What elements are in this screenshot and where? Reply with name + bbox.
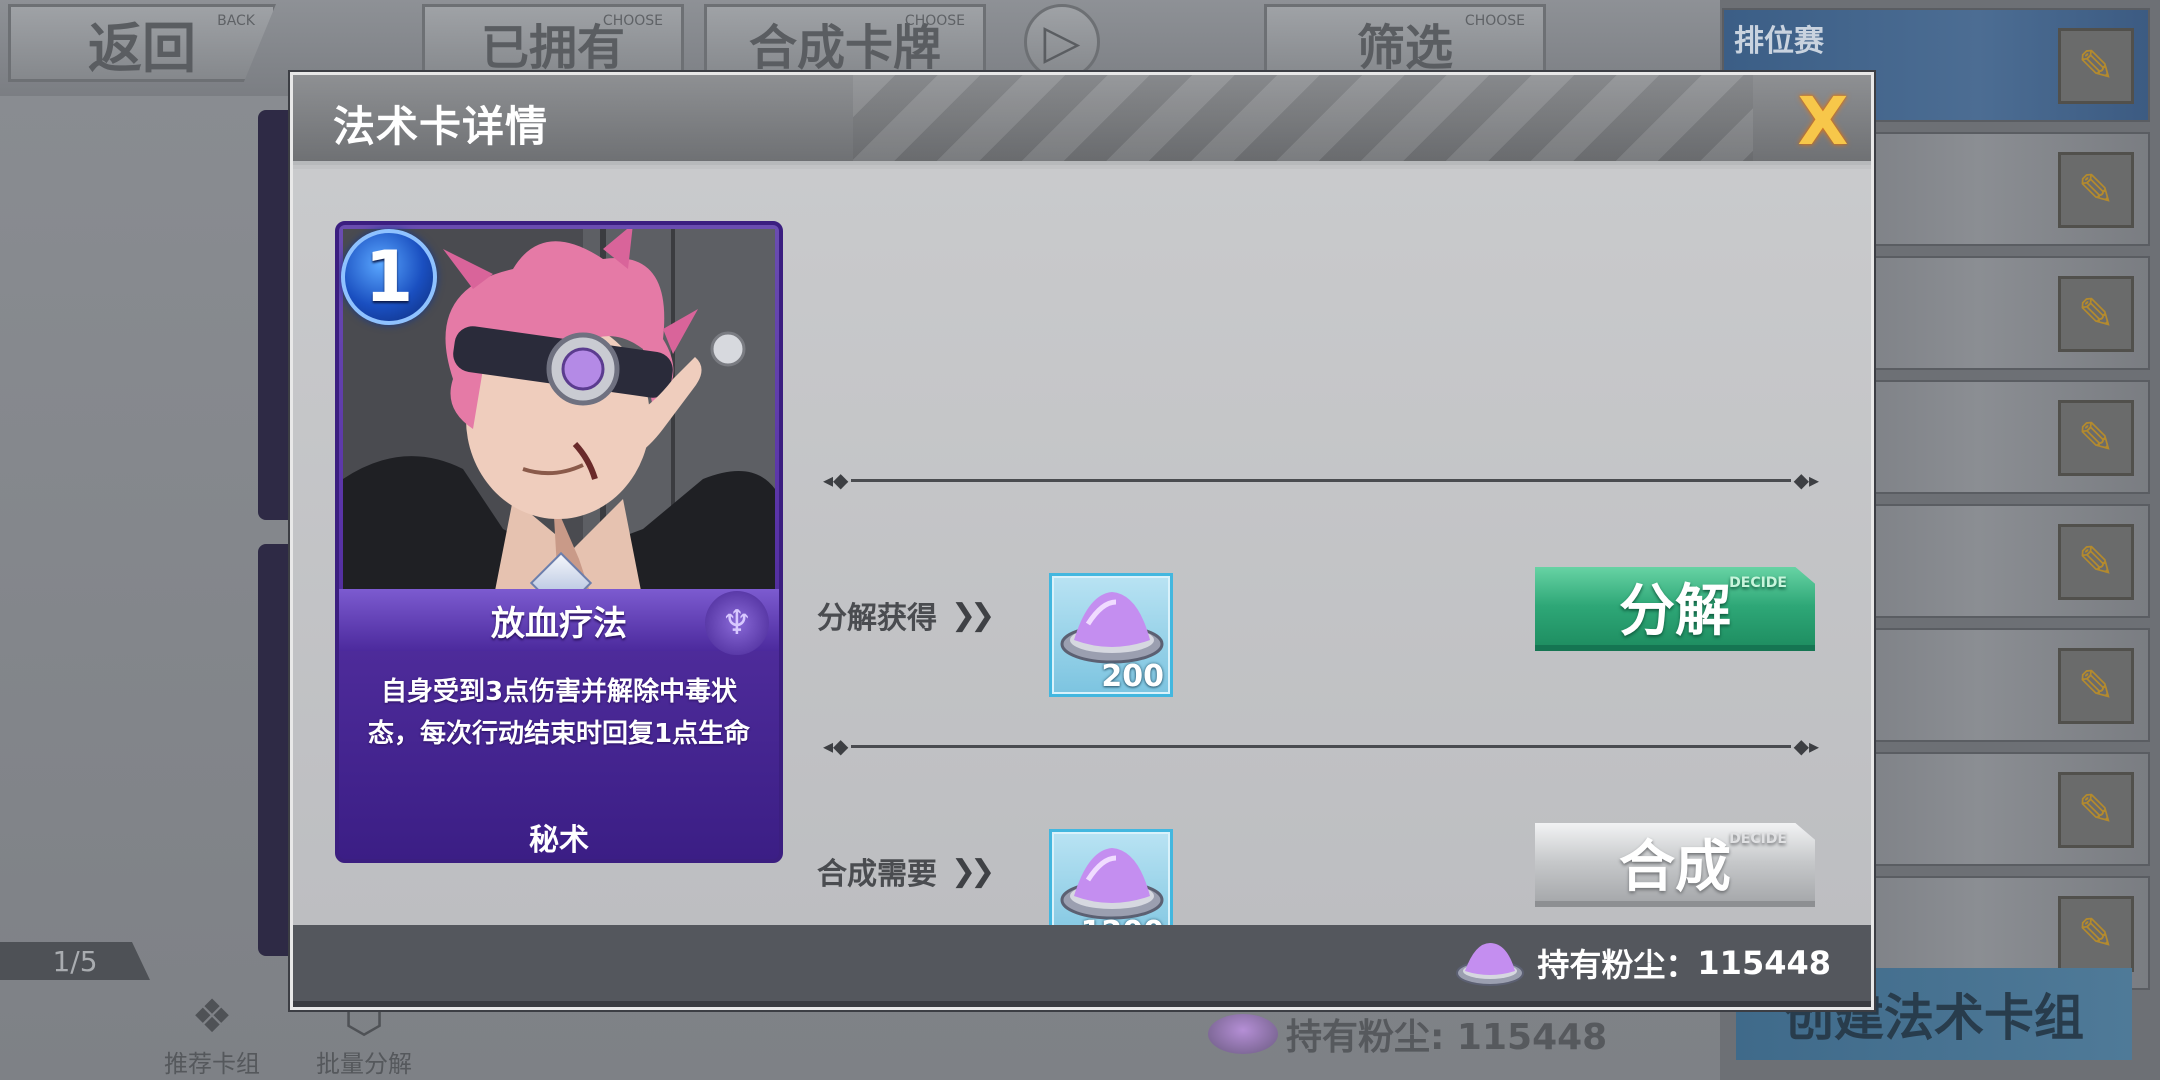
card-description: 自身受到3点伤害并解除中毒状态，每次行动结束时回复1点生命 — [367, 677, 751, 749]
divider-line — [851, 479, 1791, 482]
divider-cap-icon: ◆▸ — [1793, 468, 1819, 492]
compose-cards-tag: CHOOSE — [904, 13, 965, 29]
spell-card-detail-dialog: 法术卡详情 X 1 放血疗法 ♆ 自身受到3点伤害并解除中毒状态，每次行动结束时… — [290, 72, 1874, 1010]
recommend-deck-button[interactable]: ❖ 推荐卡组 — [152, 988, 272, 1080]
dust-icon — [1060, 592, 1164, 664]
dust-icon — [1060, 848, 1164, 920]
decompose-dust-amount: 200 — [1101, 659, 1164, 694]
page-indicator: 1/5 — [0, 942, 150, 980]
close-button[interactable]: X — [1789, 83, 1857, 160]
back-button[interactable]: 返回 BACK — [8, 4, 276, 82]
decompose-button-tag: DECIDE — [1729, 575, 1787, 591]
play-icon[interactable]: ▷ — [1024, 4, 1100, 80]
dialog-header: 法术卡详情 X — [293, 75, 1871, 165]
edit-icon[interactable]: ✎ — [2058, 896, 2134, 972]
section-divider: ◂◆ ◆▸ — [823, 469, 1819, 491]
dialog-footer: 持有粉尘： 115448 — [293, 925, 1871, 1007]
edit-icon[interactable]: ✎ — [2058, 648, 2134, 724]
owned-dust-counter: 持有粉尘： 115448 — [1455, 939, 1831, 987]
decompose-button-label: 分解 — [1619, 578, 1731, 644]
dust-icon — [1456, 943, 1525, 986]
divider-line — [851, 745, 1791, 748]
recommend-deck-label: 推荐卡组 — [164, 1050, 260, 1078]
owned-filter-tag: CHOOSE — [602, 13, 663, 29]
edit-icon[interactable]: ✎ — [2058, 772, 2134, 848]
dialog-title: 法术卡详情 — [333, 102, 549, 151]
decompose-button[interactable]: 分解 DECIDE — [1535, 567, 1815, 651]
back-button-label: 返回 — [88, 16, 196, 80]
section-divider: ◂◆ ◆▸ — [823, 735, 1819, 757]
dialog-body: 1 放血疗法 ♆ 自身受到3点伤害并解除中毒状态，每次行动结束时回复1点生命 秘… — [293, 169, 1871, 953]
edit-icon[interactable]: ✎ — [2058, 276, 2134, 352]
compose-button-tag: DECIDE — [1729, 831, 1787, 847]
compose-cards-button[interactable]: 合成卡牌 CHOOSE — [704, 4, 986, 82]
spell-card: 1 放血疗法 ♆ 自身受到3点伤害并解除中毒状态，每次行动结束时回复1点生命 秘… — [335, 221, 783, 863]
edit-icon[interactable]: ✎ — [2058, 400, 2134, 476]
header-decoration — [853, 75, 1753, 161]
filter-button-label: 筛选 — [1356, 20, 1453, 76]
divider-cap-icon: ◂◆ — [823, 468, 849, 492]
back-button-tag: BACK — [217, 13, 255, 29]
card-class-emblem-icon: ♆ — [705, 591, 769, 655]
owned-dust-value: 115448 — [1697, 944, 1831, 982]
filter-button[interactable]: 筛选 CHOOSE — [1264, 4, 1546, 82]
edit-icon[interactable]: ✎ — [2058, 524, 2134, 600]
card-cost-badge: 1 — [341, 229, 437, 325]
edit-icon[interactable]: ✎ — [2058, 152, 2134, 228]
compose-label-text: 合成需要 — [817, 857, 937, 892]
background-dust-counter: 持有粉尘: 115448 — [1208, 1008, 1607, 1060]
divider-cap-icon: ◆▸ — [1793, 734, 1819, 758]
double-chevron-right-icon: ❯❯ — [951, 853, 995, 889]
compose-button[interactable]: 合成 DECIDE — [1535, 823, 1815, 907]
card-name: 放血疗法 — [491, 603, 627, 644]
edit-icon[interactable]: ✎ — [2058, 28, 2134, 104]
owned-dust-label: 持有粉尘： — [1537, 946, 1698, 984]
background-dust-text: 持有粉尘: 115448 — [1286, 1017, 1608, 1058]
decompose-label-text: 分解获得 — [817, 601, 937, 636]
decompose-reward-label: 分解获得 ❯❯ — [817, 593, 995, 637]
batch-decompose-label: 批量分解 — [316, 1050, 412, 1078]
filter-button-tag: CHOOSE — [1464, 13, 1525, 29]
divider-cap-icon: ◂◆ — [823, 734, 849, 758]
compose-cost-label: 合成需要 ❯❯ — [817, 849, 995, 893]
compose-button-label: 合成 — [1619, 834, 1731, 900]
recommend-deck-icon: ❖ — [191, 989, 233, 1043]
close-icon: X — [1797, 82, 1849, 160]
decompose-dust-reward: 200 — [1049, 573, 1173, 697]
card-category: 秘术 — [529, 823, 589, 858]
dust-icon — [1208, 1014, 1278, 1054]
ranked-label: 排位赛 — [1734, 24, 1824, 59]
owned-filter-button[interactable]: 已拥有 CHOOSE — [422, 4, 684, 82]
double-chevron-right-icon: ❯❯ — [951, 597, 995, 633]
